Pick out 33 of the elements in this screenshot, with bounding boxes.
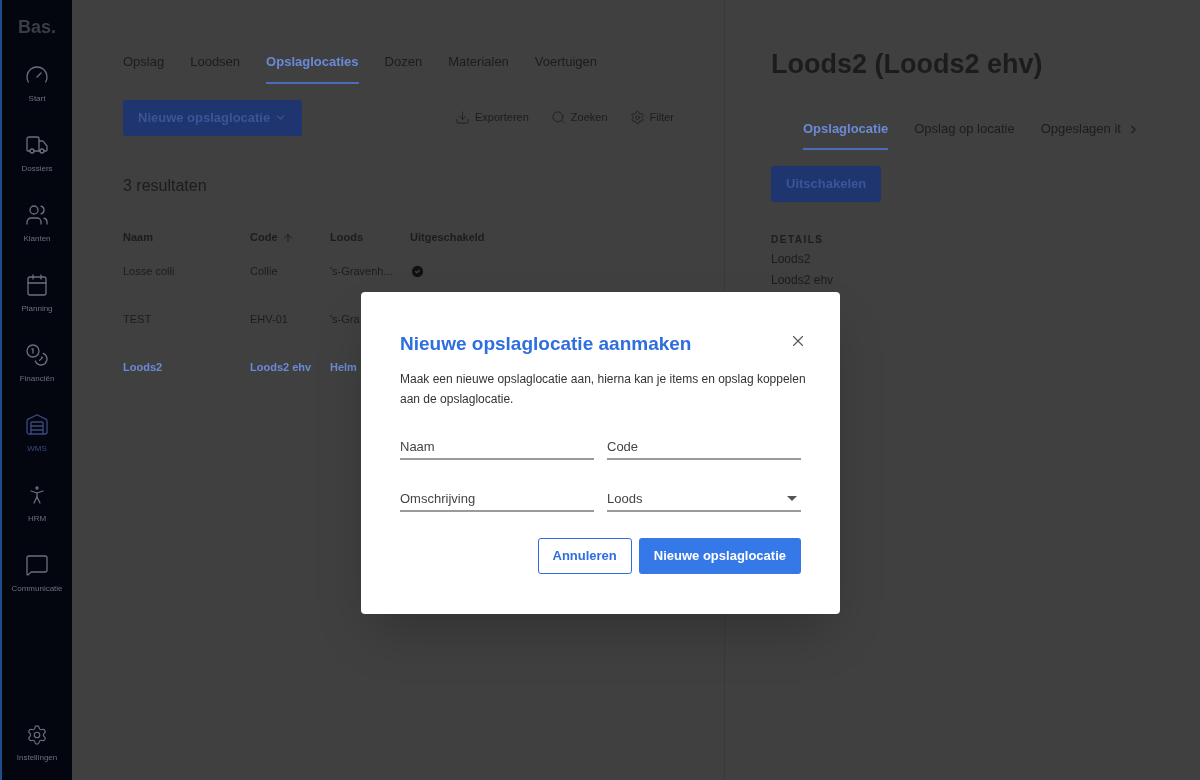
users-icon xyxy=(25,203,49,227)
gear-icon xyxy=(629,110,645,125)
select-field[interactable]: Loods xyxy=(607,486,801,512)
search-icon xyxy=(550,110,566,125)
coins-icon xyxy=(25,343,49,367)
calendar-icon xyxy=(25,273,49,297)
chat-bubble-icon xyxy=(25,553,49,577)
sidebar-item[interactable]: Communicatie xyxy=(2,553,72,623)
table-cell-text: Loods2 ehv xyxy=(250,360,313,376)
dialog-text: Maak een nieuwe opslaglocatie aan, hierna kan je items en opslag koppelen aan de opslaglocatie. xyxy=(400,370,807,408)
download-icon xyxy=(455,110,471,125)
sidebar-item[interactable]: HRM xyxy=(2,483,72,553)
tab[interactable]: Opslaglocatie xyxy=(803,118,889,150)
check-circle-icon xyxy=(410,264,425,279)
input-field[interactable]: Omschrijving xyxy=(400,486,594,512)
table-cell-text: Helm xyxy=(330,360,358,376)
table-cell-text: Loods2 xyxy=(123,360,164,376)
dropdown-arrow-icon xyxy=(787,495,797,501)
tab[interactable]: Opslaglocaties xyxy=(266,52,359,84)
truck-icon xyxy=(25,133,49,157)
sidebar-item[interactable]: Planning xyxy=(2,273,72,343)
sidebar-item[interactable]: Dossiers xyxy=(2,133,72,203)
sidebar-item[interactable]: Start xyxy=(2,63,72,133)
settings-item[interactable]: Instellingen xyxy=(16,724,58,764)
submit-button[interactable]: Nieuwe opslaglocatie xyxy=(638,537,801,574)
warehouse-icon xyxy=(25,413,49,437)
input-field[interactable]: Code xyxy=(607,434,801,460)
cancel-button[interactable]: Annuleren xyxy=(537,537,632,574)
sidebar-item[interactable]: Klanten xyxy=(2,203,72,273)
sidebar-item[interactable]: Financiën xyxy=(2,343,72,413)
input-field[interactable]: Naam xyxy=(400,434,594,460)
dialog-title: Nieuwe opslaglocatie aanmaken xyxy=(400,332,692,356)
settings-icon xyxy=(26,724,48,746)
